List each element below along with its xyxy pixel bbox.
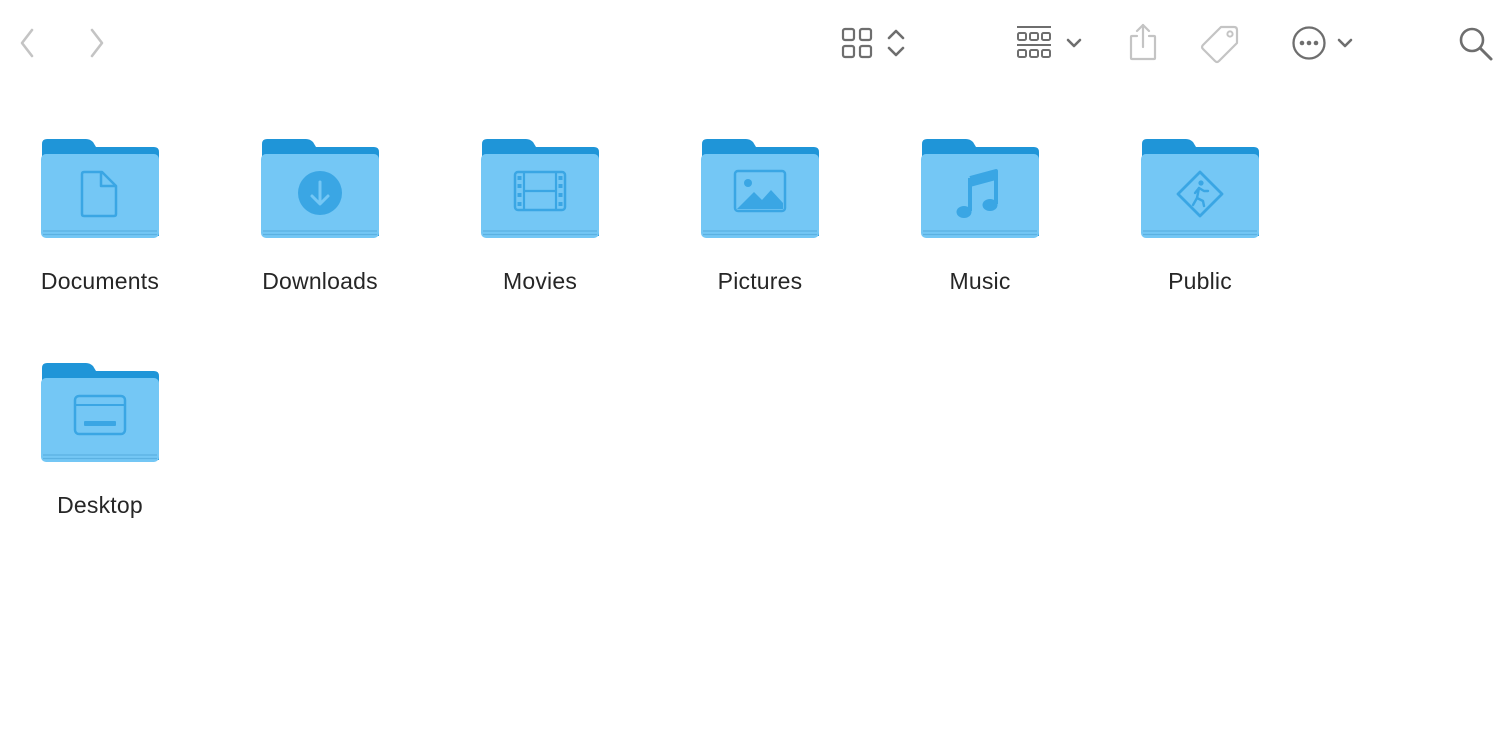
folder-label: Music	[949, 268, 1011, 294]
folder-label: Desktop	[57, 492, 143, 518]
file-grid: Documents Downloads Movies Pictures Musi…	[0, 0, 1510, 740]
folder-label: Pictures	[717, 268, 803, 294]
folder-label: Downloads	[262, 268, 378, 294]
download-icon	[298, 171, 342, 215]
folder-label: Documents	[40, 268, 160, 294]
folder-icon	[1141, 139, 1259, 238]
folder-item-documents[interactable]: Documents	[0, 138, 200, 328]
folder-item-downloads[interactable]: Downloads	[220, 138, 420, 328]
folder-label: Movies	[502, 268, 578, 294]
folder-icon	[701, 139, 819, 238]
folder-item-movies[interactable]: Movies	[440, 138, 640, 328]
folder-item-pictures[interactable]: Pictures	[660, 138, 860, 328]
folder-icon	[41, 139, 159, 238]
folder-icon	[481, 139, 599, 238]
folder-label: Public	[1168, 268, 1232, 294]
folder-item-public[interactable]: Public	[1100, 138, 1300, 328]
folder-item-desktop[interactable]: Desktop	[0, 362, 200, 552]
folder-icon	[41, 363, 159, 462]
folder-icon	[921, 139, 1039, 238]
folder-icon	[261, 139, 379, 238]
folder-item-music[interactable]: Music	[880, 138, 1080, 328]
